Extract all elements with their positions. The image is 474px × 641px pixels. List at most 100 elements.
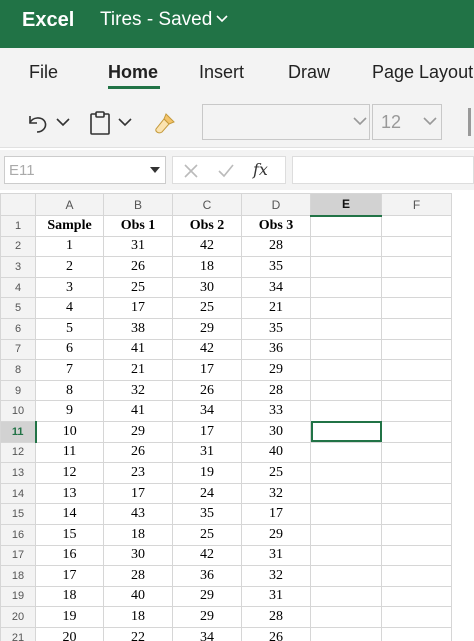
cell-f7[interactable] — [381, 338, 452, 361]
cell-a10[interactable]: 9 — [35, 400, 104, 422]
cell-d19[interactable]: 31 — [241, 585, 311, 608]
column-header-b[interactable]: B — [103, 193, 173, 216]
cell-b6[interactable]: 38 — [103, 317, 173, 340]
cell-a9[interactable]: 8 — [35, 379, 104, 402]
cell-a20[interactable]: 19 — [35, 606, 104, 628]
cell-f11[interactable] — [381, 420, 452, 443]
cell-f3[interactable] — [381, 256, 452, 278]
cell-e19[interactable] — [310, 585, 382, 608]
chevron-down-icon[interactable] — [118, 118, 132, 128]
cell-c18[interactable]: 36 — [172, 565, 242, 587]
row-header[interactable]: 4 — [0, 276, 36, 299]
cell-a17[interactable]: 16 — [35, 544, 104, 567]
clipboard-icon[interactable] — [88, 110, 112, 136]
cell-a16[interactable]: 15 — [35, 523, 104, 546]
row-header[interactable]: 2 — [0, 235, 36, 258]
cell-d4[interactable]: 34 — [241, 276, 311, 299]
cell-d21[interactable]: 26 — [241, 626, 311, 641]
cell-a15[interactable]: 14 — [35, 503, 104, 525]
row-header[interactable]: 6 — [0, 317, 36, 340]
cell-d18[interactable]: 32 — [241, 565, 311, 587]
cell-c10[interactable]: 34 — [172, 400, 242, 422]
cell-b9[interactable]: 32 — [103, 379, 173, 402]
cell-d13[interactable]: 25 — [241, 462, 311, 484]
cell-d12[interactable]: 40 — [241, 441, 311, 464]
cell-f21[interactable] — [381, 626, 452, 641]
cell-a4[interactable]: 3 — [35, 276, 104, 299]
cell-a1[interactable]: Sample — [35, 215, 104, 237]
cell-f2[interactable] — [381, 235, 452, 258]
cell-f14[interactable] — [381, 482, 452, 505]
cell-d16[interactable]: 29 — [241, 523, 311, 546]
cell-d1[interactable]: Obs 3 — [241, 215, 311, 237]
cell-e7[interactable] — [310, 338, 382, 361]
chevron-down-icon[interactable] — [56, 118, 70, 128]
column-header-c[interactable]: C — [172, 193, 242, 216]
cell-b12[interactable]: 26 — [103, 441, 173, 464]
row-header[interactable]: 16 — [0, 523, 36, 546]
tab-home[interactable]: Home — [108, 62, 158, 83]
cell-e3[interactable] — [310, 256, 382, 278]
cell-e16[interactable] — [310, 523, 382, 546]
cell-b14[interactable]: 17 — [103, 482, 173, 505]
cell-d9[interactable]: 28 — [241, 379, 311, 402]
cell-f10[interactable] — [381, 400, 452, 422]
cell-b3[interactable]: 26 — [103, 256, 173, 278]
row-header[interactable]: 19 — [0, 585, 36, 608]
cell-b1[interactable]: Obs 1 — [103, 215, 173, 237]
cell-e8[interactable] — [310, 359, 382, 381]
cell-e11[interactable] — [310, 420, 382, 443]
cell-b18[interactable]: 28 — [103, 565, 173, 587]
cell-f9[interactable] — [381, 379, 452, 402]
cell-e4[interactable] — [310, 276, 382, 299]
cell-e9[interactable] — [310, 379, 382, 402]
cell-c6[interactable]: 29 — [172, 317, 242, 340]
row-header[interactable]: 14 — [0, 482, 36, 505]
cancel-icon[interactable] — [183, 163, 199, 179]
cell-d6[interactable]: 35 — [241, 317, 311, 340]
cell-b10[interactable]: 41 — [103, 400, 173, 422]
row-header[interactable]: 1 — [0, 215, 36, 237]
cell-e6[interactable] — [310, 317, 382, 340]
cell-c15[interactable]: 35 — [172, 503, 242, 525]
cell-b8[interactable]: 21 — [103, 359, 173, 381]
cell-e21[interactable] — [310, 626, 382, 641]
cell-f4[interactable] — [381, 276, 452, 299]
tab-insert[interactable]: Insert — [199, 62, 244, 83]
cell-d15[interactable]: 17 — [241, 503, 311, 525]
cell-e17[interactable] — [310, 544, 382, 567]
cell-c1[interactable]: Obs 2 — [172, 215, 242, 237]
formula-input[interactable] — [292, 156, 474, 184]
cell-d5[interactable]: 21 — [241, 297, 311, 319]
cell-a21[interactable]: 20 — [35, 626, 104, 641]
row-header[interactable]: 18 — [0, 565, 36, 587]
cell-c17[interactable]: 42 — [172, 544, 242, 567]
column-header-f[interactable]: F — [381, 193, 452, 216]
cell-b20[interactable]: 18 — [103, 606, 173, 628]
font-size-dropdown[interactable]: 12 — [372, 104, 442, 140]
cell-c8[interactable]: 17 — [172, 359, 242, 381]
cell-a2[interactable]: 1 — [35, 235, 104, 258]
cell-e15[interactable] — [310, 503, 382, 525]
cell-b5[interactable]: 17 — [103, 297, 173, 319]
cell-b11[interactable]: 29 — [103, 420, 173, 443]
cell-f12[interactable] — [381, 441, 452, 464]
cell-a19[interactable]: 18 — [35, 585, 104, 608]
cell-e2[interactable] — [310, 235, 382, 258]
chevron-down-icon[interactable] — [216, 13, 228, 25]
cell-b13[interactable]: 23 — [103, 462, 173, 484]
cell-c21[interactable]: 34 — [172, 626, 242, 641]
cell-a14[interactable]: 13 — [35, 482, 104, 505]
font-name-dropdown[interactable] — [202, 104, 370, 140]
row-header[interactable]: 15 — [0, 503, 36, 525]
column-header-e[interactable]: E — [310, 193, 382, 217]
row-header[interactable]: 8 — [0, 359, 36, 381]
cell-b17[interactable]: 30 — [103, 544, 173, 567]
row-header[interactable]: 17 — [0, 544, 36, 567]
cell-d8[interactable]: 29 — [241, 359, 311, 381]
check-icon[interactable] — [217, 163, 235, 179]
cell-a18[interactable]: 17 — [35, 565, 104, 587]
cell-c14[interactable]: 24 — [172, 482, 242, 505]
cell-c16[interactable]: 25 — [172, 523, 242, 546]
cell-e18[interactable] — [310, 565, 382, 587]
